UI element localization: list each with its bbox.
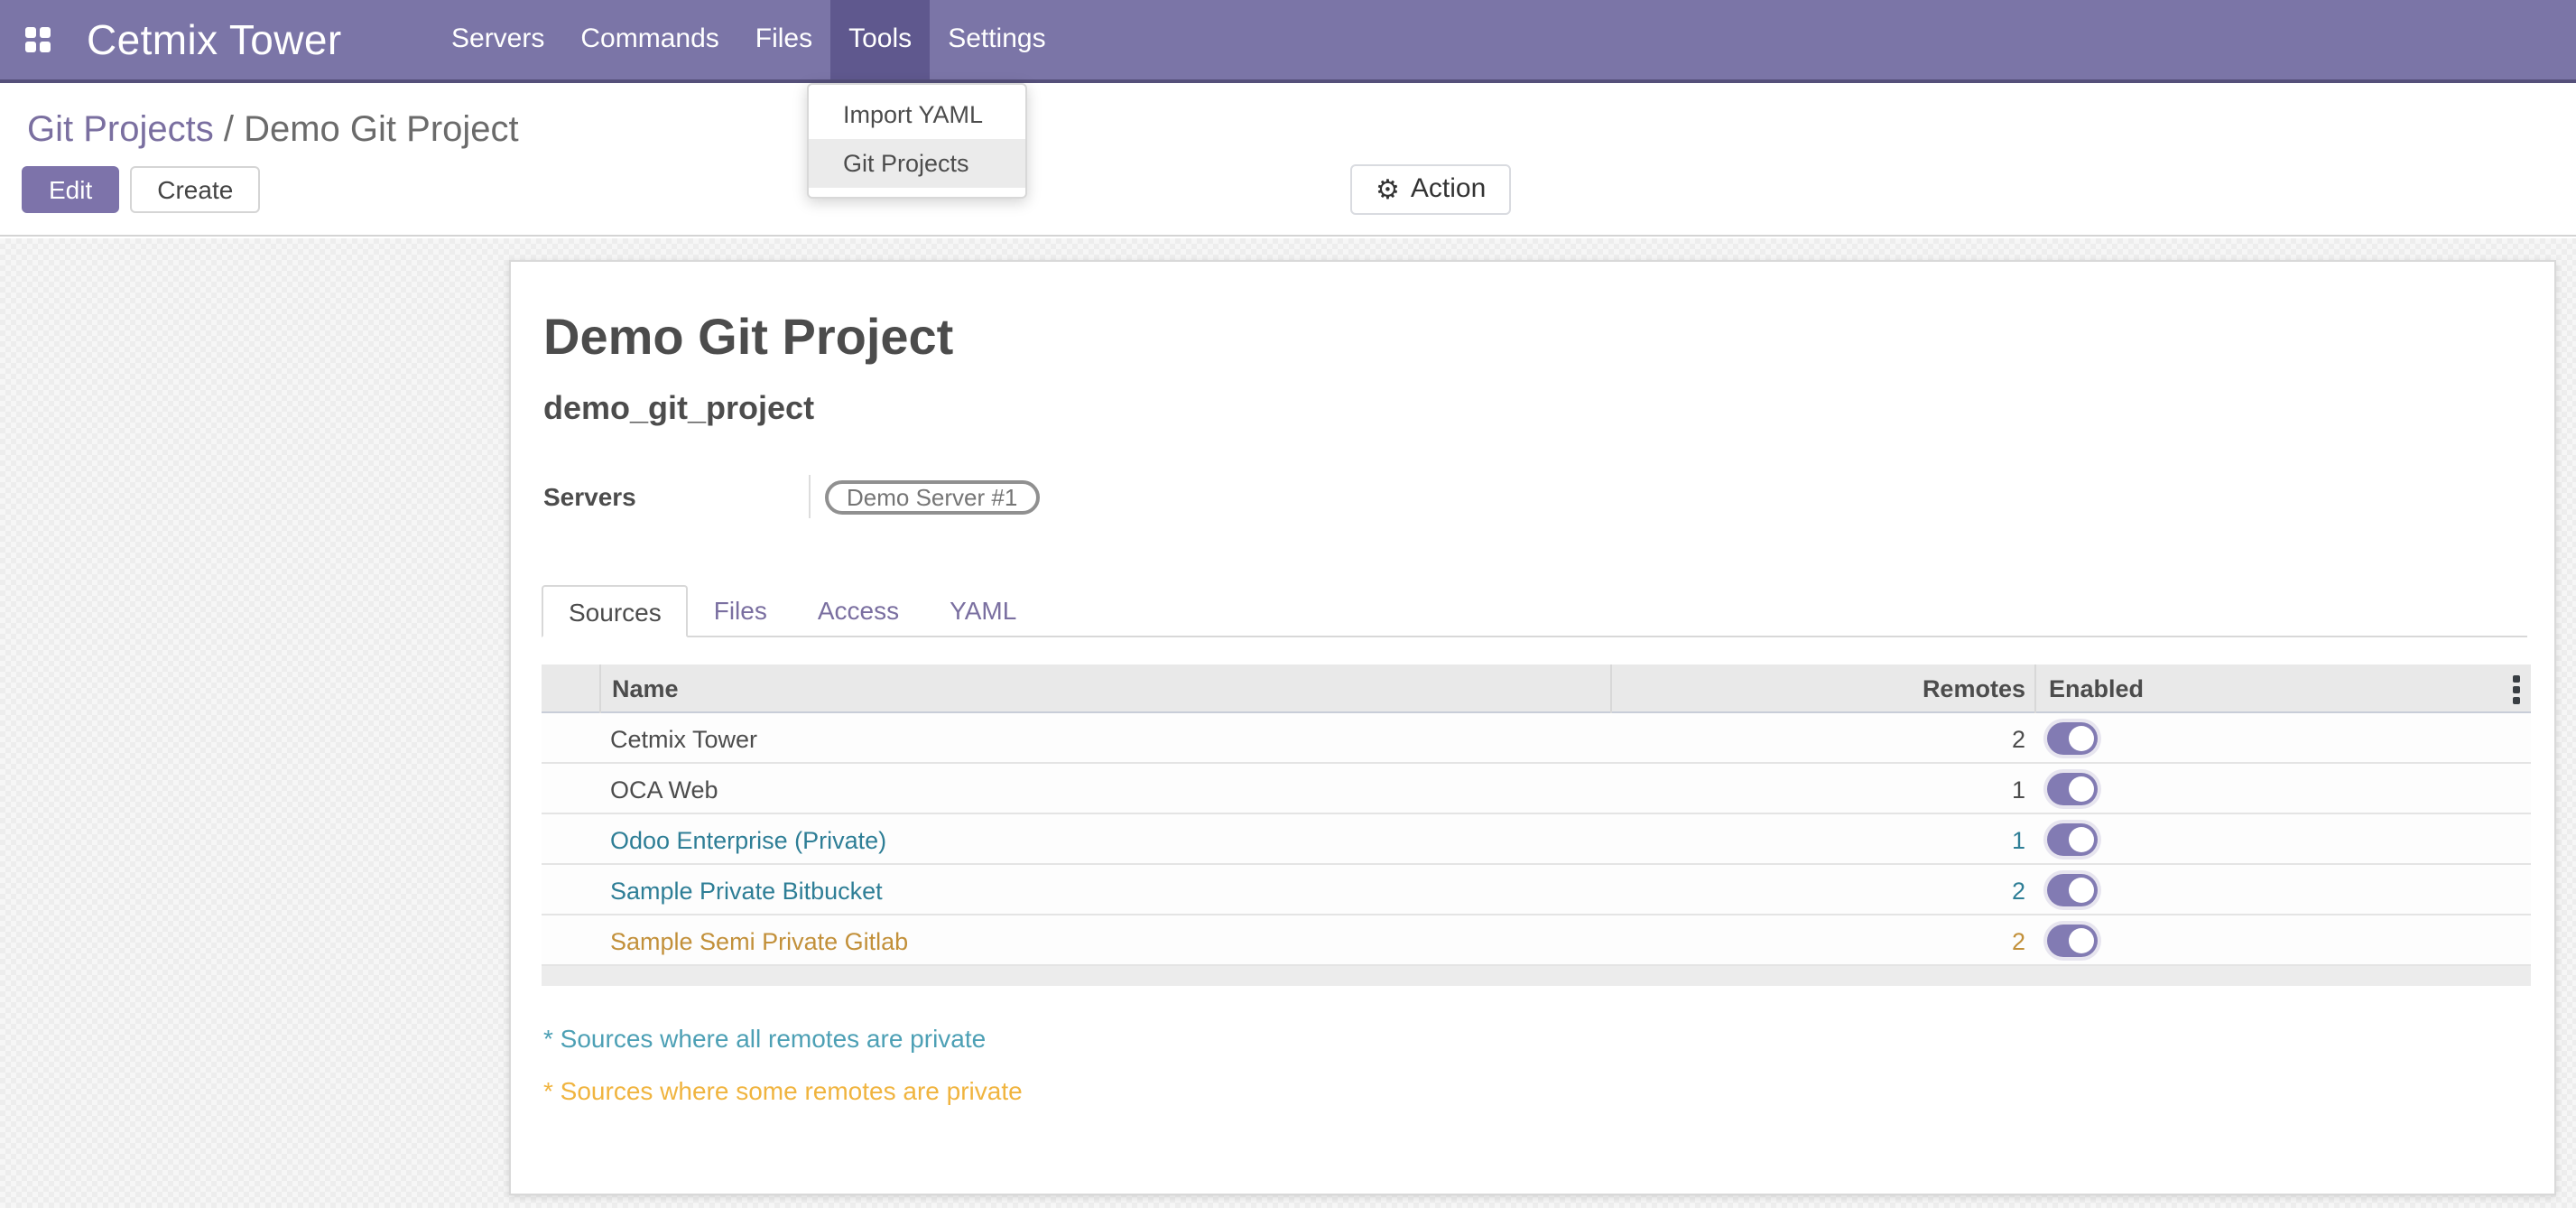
nav-item-servers[interactable]: Servers [433, 0, 562, 79]
optional-columns-icon[interactable] [2513, 675, 2520, 708]
nav-item-tools[interactable]: Tools [830, 0, 930, 79]
remotes-count: 1 [1610, 826, 2034, 853]
breadcrumb-separator: / [224, 110, 244, 150]
notebook-tabs: Sources Files Access YAML [542, 585, 2527, 637]
tools-dropdown-menu: Import YAML Git Projects [807, 83, 1027, 199]
remotes-count: 2 [1610, 877, 2034, 904]
breadcrumb-parent-link[interactable]: Git Projects [27, 110, 214, 150]
tab-sources[interactable]: Sources [542, 585, 689, 637]
content-area: Demo Git Project demo_git_project Server… [0, 238, 2576, 1208]
menu-item-import-yaml[interactable]: Import YAML [809, 90, 1025, 139]
enabled-toggle[interactable] [2047, 773, 2098, 805]
servers-field-row: Servers Demo Server #1 [543, 475, 2554, 518]
form-card: Demo Git Project demo_git_project Server… [509, 260, 2556, 1195]
column-header-enabled: Enabled [2034, 664, 2531, 713]
app-window: Cetmix Tower Servers Commands Files Tool… [0, 0, 2576, 1208]
breadcrumb: Git Projects / Demo Git Project [27, 110, 519, 152]
table-footer-strip [542, 966, 2531, 986]
legend-all-private: * Sources where all remotes are private [543, 1024, 2554, 1053]
record-buttons: Edit Create [22, 166, 260, 213]
enabled-toggle[interactable] [2047, 874, 2098, 906]
action-button-label: Action [1411, 166, 1486, 213]
table-row[interactable]: OCA Web 1 [542, 764, 2531, 814]
remotes-count: 2 [1610, 725, 2034, 752]
brand-title[interactable]: Cetmix Tower [87, 16, 342, 65]
enabled-toggle[interactable] [2047, 823, 2098, 856]
table-row[interactable]: Sample Private Bitbucket 2 [542, 865, 2531, 915]
action-button[interactable]: ⚙ Action [1350, 164, 1511, 215]
remotes-count: 1 [1610, 776, 2034, 803]
table-row[interactable]: Sample Semi Private Gitlab 2 [542, 915, 2531, 966]
source-name-link[interactable]: Cetmix Tower [599, 725, 1610, 752]
nav-item-files[interactable]: Files [737, 0, 830, 79]
nav-item-settings[interactable]: Settings [930, 0, 1063, 79]
gear-icon: ⚙ [1376, 176, 1400, 203]
source-name-link[interactable]: OCA Web [599, 776, 1610, 803]
remotes-count: 2 [1610, 927, 2034, 954]
enabled-header-label[interactable]: Enabled [2049, 675, 2144, 702]
server-tag[interactable]: Demo Server #1 [825, 479, 1039, 514]
tab-access[interactable]: Access [792, 585, 924, 637]
tab-yaml[interactable]: YAML [924, 585, 1042, 637]
source-name-link[interactable]: Sample Private Bitbucket [599, 877, 1610, 904]
control-panel: Git Projects / Demo Git Project Edit Cre… [0, 83, 2576, 237]
legend-some-private: * Sources where some remotes are private [543, 1076, 2554, 1105]
apps-grid-icon[interactable] [25, 27, 52, 54]
create-button[interactable]: Create [130, 166, 260, 213]
table-row[interactable]: Odoo Enterprise (Private) 1 [542, 814, 2531, 865]
record-subtitle: demo_git_project [543, 390, 2554, 428]
source-name-link[interactable]: Odoo Enterprise (Private) [599, 826, 1610, 853]
menu-item-git-projects[interactable]: Git Projects [809, 139, 1025, 188]
edit-button[interactable]: Edit [22, 166, 119, 213]
column-header-name[interactable]: Name [599, 664, 1610, 713]
column-header-remotes[interactable]: Remotes [1610, 664, 2034, 713]
record-title: Demo Git Project [543, 309, 2554, 367]
tab-files[interactable]: Files [689, 585, 792, 637]
enabled-toggle[interactable] [2047, 925, 2098, 957]
nav-item-commands[interactable]: Commands [562, 0, 737, 79]
servers-field-label: Servers [543, 475, 811, 518]
table-row[interactable]: Cetmix Tower 2 [542, 713, 2531, 764]
table-header-row: Name Remotes Enabled [542, 664, 2531, 713]
breadcrumb-current: Demo Git Project [244, 110, 519, 150]
main-menu: Servers Commands Files Tools Settings [433, 0, 1064, 79]
top-navbar: Cetmix Tower Servers Commands Files Tool… [0, 0, 2576, 83]
source-name-link[interactable]: Sample Semi Private Gitlab [599, 927, 1610, 954]
sources-table: Name Remotes Enabled Cetmix Tower 2 OCA … [542, 664, 2531, 986]
enabled-toggle[interactable] [2047, 722, 2098, 755]
